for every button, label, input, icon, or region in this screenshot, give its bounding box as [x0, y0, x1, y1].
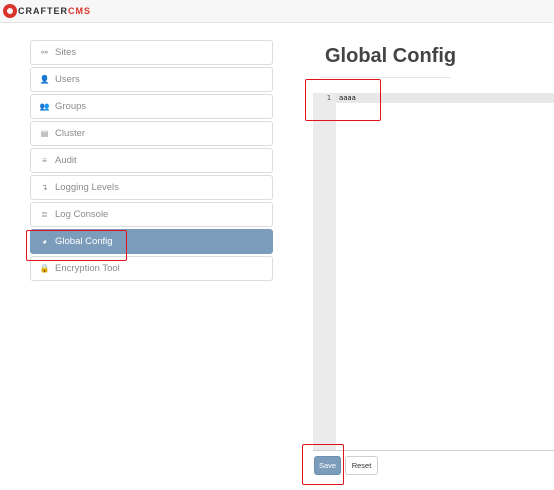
- sidebar-item-label: Sites: [55, 47, 77, 58]
- sidebar-item-label: Encryption Tool: [55, 263, 120, 274]
- sidebar-item-label: Log Console: [55, 209, 109, 220]
- sidebar-item-sites[interactable]: ⚯ Sites: [30, 40, 273, 65]
- sidebar-item-cluster[interactable]: ▤ Cluster: [30, 121, 273, 146]
- reset-button[interactable]: Reset: [345, 456, 378, 475]
- sidebar-item-log-console[interactable]: ≣ Log Console: [30, 202, 273, 227]
- console-icon: ≣: [41, 210, 48, 219]
- sidebar-item-label: Users: [55, 74, 80, 85]
- page-title: Global Config: [325, 45, 457, 67]
- save-button[interactable]: Save: [314, 456, 341, 475]
- user-icon: 👤: [39, 75, 50, 84]
- sitemap-icon: ⚯: [41, 48, 48, 57]
- sidebar-item-label: Global Config: [55, 236, 113, 247]
- sidebar-item-audit[interactable]: ≡ Audit: [30, 148, 273, 173]
- sidebar-item-encryption-tool[interactable]: 🔒 Encryption Tool: [30, 256, 273, 281]
- sidebar-item-users[interactable]: 👤 Users: [30, 67, 273, 92]
- sidebar-nav: ⚯ Sites 👤 Users 👥 Groups ▤ Cluster ≡ Aud…: [30, 40, 273, 283]
- logo-text-crafter: CRAFTER: [18, 6, 68, 16]
- logo-text-cms: CMS: [68, 6, 91, 16]
- database-icon: ▤: [40, 129, 49, 138]
- lock-icon: 🔒: [39, 264, 50, 273]
- sidebar-item-label: Cluster: [55, 128, 86, 139]
- line-number-gutter: [313, 93, 336, 450]
- title-divider: [320, 77, 451, 78]
- sidebar-item-groups[interactable]: 👥 Groups: [30, 94, 273, 119]
- globe-icon: ◕: [42, 237, 47, 246]
- crafter-gear-icon: [3, 4, 17, 18]
- sidebar-item-label: Groups: [55, 101, 87, 112]
- editor-text[interactable]: aaaa: [339, 94, 356, 102]
- list-icon: ≡: [42, 156, 47, 165]
- users-icon: 👥: [39, 102, 50, 111]
- sidebar-item-logging-levels[interactable]: ↴ Logging Levels: [30, 175, 273, 200]
- crafter-cms-logo[interactable]: CRAFTER CMS: [3, 1, 91, 21]
- line-number: 1: [326, 94, 331, 102]
- top-bar: CRAFTER CMS: [0, 0, 554, 23]
- config-code-editor[interactable]: 1 aaaa: [313, 93, 554, 451]
- sidebar-item-label: Logging Levels: [55, 182, 119, 193]
- sidebar-item-label: Audit: [55, 155, 77, 166]
- sidebar-item-global-config[interactable]: ◕ Global Config: [30, 229, 273, 254]
- level-down-icon: ↴: [41, 183, 48, 192]
